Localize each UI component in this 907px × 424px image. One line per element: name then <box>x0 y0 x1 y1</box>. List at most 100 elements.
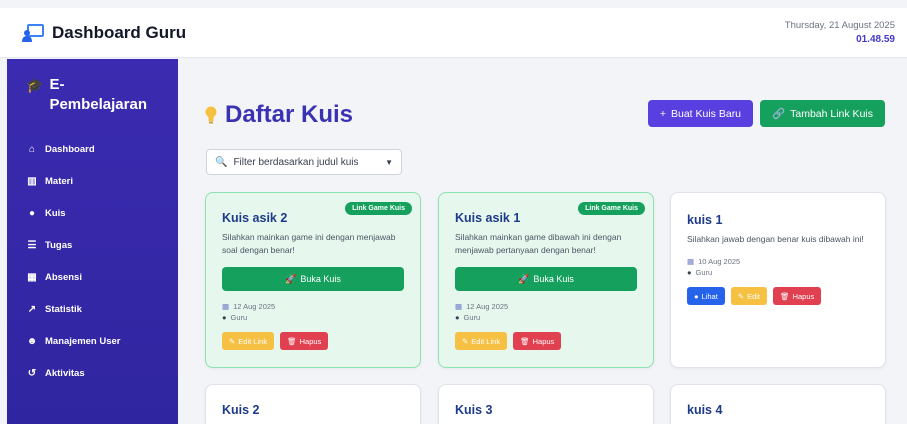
delete-label: Hapus <box>792 291 815 301</box>
edit-link-label: Edit Link <box>471 336 501 346</box>
calendar-icon: ▦ <box>455 302 463 311</box>
history-icon: ↺ <box>27 367 37 379</box>
view-label: Lihat <box>701 291 718 301</box>
quiz-actions: ✎ Edit Link 🗑 Hapus <box>222 332 404 350</box>
sidebar-item-aktivitas[interactable]: ↺ Aktivitas <box>26 357 164 389</box>
main-content: Daftar Kuis + Buat Kuis Baru 🔗 Tambah Li… <box>178 59 907 424</box>
sidebar-item-kuis[interactable]: ● Kuis <box>26 197 164 229</box>
quiz-meta: ▦ 12 Aug 2025 ● Guru <box>455 301 637 323</box>
quiz-actions: ● Lihat ✎ Edit 🗑 Hapus <box>687 287 869 305</box>
sidebar-item-dashboard[interactable]: ⌂ Dashboard <box>26 133 164 165</box>
calendar-check-icon: ▦ <box>27 271 37 283</box>
quiz-title: Kuis 3 <box>455 403 493 417</box>
sidebar-item-label: Materi <box>45 175 73 187</box>
game-link-badge: Link Game Kuis <box>345 202 412 215</box>
add-quiz-link-label: Tambah Link Kuis <box>790 107 873 120</box>
user-icon: ● <box>687 268 692 277</box>
create-quiz-button[interactable]: + Buat Kuis Baru <box>647 100 754 127</box>
delete-label: Hapus <box>299 336 322 346</box>
teacher-board-icon <box>22 23 44 42</box>
quiz-card: Link Game Kuis Kuis asik 2 Silahkan main… <box>205 192 421 368</box>
quiz-description: Silahkan mainkan game dibawah ini dengan… <box>455 232 622 255</box>
quiz-title: Kuis 2 <box>222 403 260 417</box>
search-icon: 🔍 <box>215 156 228 168</box>
trash-icon: 🗑 <box>520 336 530 346</box>
page-actions: + Buat Kuis Baru 🔗 Tambah Link Kuis <box>647 100 885 127</box>
open-quiz-label: Buka Kuis <box>533 274 574 284</box>
quiz-description: Silahkan mainkan game ini dengan menjawa… <box>222 232 396 255</box>
edit-label: Edit <box>747 291 761 301</box>
sidebar-item-label: Absensi <box>45 271 82 283</box>
sidebar-item-absensi[interactable]: ▦ Absensi <box>26 261 164 293</box>
sidebar-item-manajemen-user[interactable]: ☻ Manajemen User <box>26 325 164 357</box>
link-icon: 🔗 <box>772 108 786 120</box>
quiz-card: Link Game Kuis Kuis asik 1 Silahkan main… <box>438 192 654 368</box>
pencil-icon: ✎ <box>737 291 745 301</box>
edit-link-button[interactable]: ✎ Edit Link <box>222 332 275 350</box>
quiz-date-row: ▦ 10 Aug 2025 <box>687 256 869 267</box>
chart-line-icon: ↗ <box>27 303 37 315</box>
game-link-badge: Link Game Kuis <box>578 202 645 215</box>
sidebar-item-materi[interactable]: ▥ Materi <box>26 165 164 197</box>
quiz-author: Guru <box>463 313 481 322</box>
trash-icon: 🗑 <box>780 291 790 301</box>
quiz-actions: ✎ Edit Link 🗑 Hapus <box>455 332 637 350</box>
sidebar-item-label: Aktivitas <box>45 367 85 379</box>
sidebar-title-text: E-Pembelajaran <box>49 76 147 113</box>
quiz-author: Guru <box>230 313 248 322</box>
open-quiz-button[interactable]: 🚀 Buka Kuis <box>455 267 637 291</box>
sidebar-item-label: Manajemen User <box>45 335 121 347</box>
sidebar-item-label: Dashboard <box>45 143 95 155</box>
quiz-meta: ▦ 12 Aug 2025 ● Guru <box>222 301 404 323</box>
calendar-icon: ▦ <box>687 257 695 266</box>
quiz-date: 12 Aug 2025 <box>466 302 509 311</box>
add-quiz-link-button[interactable]: 🔗 Tambah Link Kuis <box>760 100 885 127</box>
quiz-date: 10 Aug 2025 <box>698 257 741 266</box>
delete-button[interactable]: 🗑 Hapus <box>280 332 329 350</box>
sidebar: 🎓 E-Pembelajaran ⌂ Dashboard ▥ Materi ● Kui… <box>7 59 178 424</box>
sidebar-item-label: Tugas <box>45 239 73 251</box>
quiz-card: kuis 1 Silahkan jawab dengan benar kuis … <box>670 192 886 368</box>
sidebar-item-tugas[interactable]: ☰ Tugas <box>26 229 164 261</box>
sidebar-item-statistik[interactable]: ↗ Statistik <box>26 293 164 325</box>
sidebar-item-label: Kuis <box>45 207 66 219</box>
create-quiz-label: Buat Kuis Baru <box>670 107 742 120</box>
quiz-date-row: ▦ 12 Aug 2025 <box>455 301 637 312</box>
filter-selected-value: Filter berdasarkan judul kuis <box>233 156 359 168</box>
eye-icon: ● <box>694 291 699 301</box>
rocket-icon: 🚀 <box>285 273 297 284</box>
sidebar-menu: ⌂ Dashboard ▥ Materi ● Kuis ☰ Tugas ▦ Absensi… <box>26 133 164 389</box>
plus-icon: + <box>659 107 666 120</box>
clock: Thursday, 21 August 2025 01.48.59 <box>785 20 895 45</box>
edit-link-button[interactable]: ✎ Edit Link <box>455 332 508 350</box>
pencil-icon: ✎ <box>462 336 469 346</box>
user-icon: ● <box>455 313 460 322</box>
app-title: Dashboard Guru <box>52 22 187 42</box>
quiz-author-row: ● Guru <box>455 312 637 323</box>
page-title: Daftar Kuis <box>205 101 353 129</box>
quiz-title-filter-select[interactable]: 🔍 Filter berdasarkan judul kuis ▼ <box>206 149 402 175</box>
quiz-card: Kuis 3 <box>438 384 654 424</box>
users-icon: ☻ <box>26 335 38 347</box>
delete-button[interactable]: 🗑 Hapus <box>513 332 562 350</box>
open-quiz-button[interactable]: 🚀 Buka Kuis <box>222 267 404 291</box>
trash-icon: 🗑 <box>287 336 297 346</box>
quiz-author: Guru <box>695 268 713 277</box>
rocket-icon: 🚀 <box>518 273 530 284</box>
view-button[interactable]: ● Lihat <box>687 287 725 305</box>
quiz-description: Silahkan jawab dengan benar kuis dibawah… <box>687 234 864 244</box>
list-icon: ☰ <box>27 239 37 251</box>
current-date: Thursday, 21 August 2025 <box>784 20 895 31</box>
edit-button[interactable]: ✎ Edit <box>730 287 768 305</box>
lightbulb-icon <box>205 106 217 124</box>
quiz-title: kuis 1 <box>687 213 723 227</box>
page-title-text: Daftar Kuis <box>225 101 354 128</box>
quiz-date-row: ▦ 12 Aug 2025 <box>222 301 404 312</box>
delete-button[interactable]: 🗑 Hapus <box>773 287 822 305</box>
book-icon: ▥ <box>27 175 37 187</box>
graduation-cap-icon: 🎓 <box>26 77 44 93</box>
quiz-author-row: ● Guru <box>687 267 869 278</box>
delete-label: Hapus <box>532 336 555 346</box>
top-header: Dashboard Guru Thursday, 21 August 2025 … <box>0 8 907 58</box>
quiz-date: 12 Aug 2025 <box>233 302 276 311</box>
